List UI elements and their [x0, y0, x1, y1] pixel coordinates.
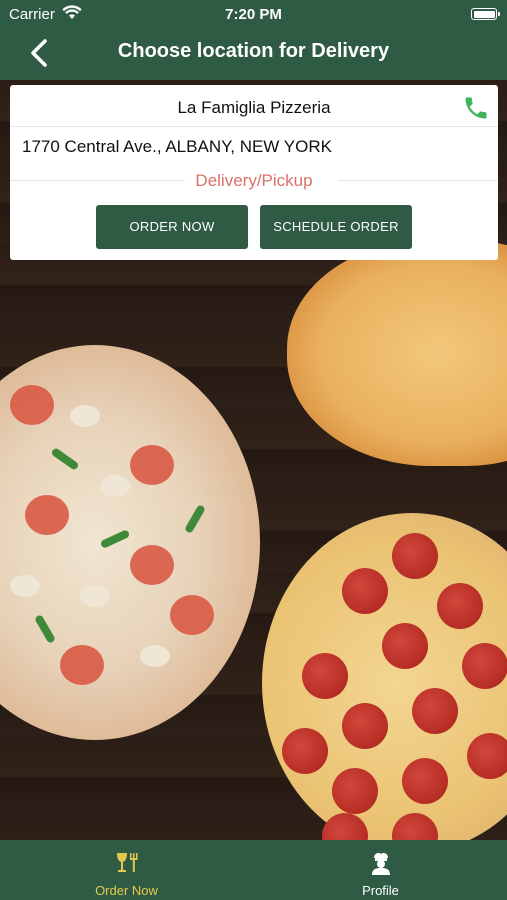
top-bar: Carrier 7:20 PM Choose location for Deli…	[0, 0, 507, 80]
order-now-button[interactable]: ORDER NOW	[96, 205, 248, 249]
tab-bar: Order Now Profile	[0, 840, 507, 900]
restaurant-name: La Famiglia Pizzeria	[177, 98, 331, 117]
tab-order-now[interactable]: Order Now	[0, 840, 253, 900]
page-title: Choose location for Delivery	[117, 40, 390, 62]
tab-profile-label: Profile	[362, 883, 399, 898]
clock: 7:20 PM	[225, 6, 282, 23]
tab-profile[interactable]: Profile	[254, 840, 507, 900]
phone-icon[interactable]	[462, 94, 490, 122]
battery-icon	[471, 8, 500, 20]
navigation-bar: Choose location for Delivery	[0, 28, 507, 80]
pepperoni-pizza-image	[262, 513, 507, 840]
restaurant-address: 1770 Central Ave., ALBANY, NEW YORK	[22, 137, 332, 156]
utensils-icon	[116, 853, 137, 872]
status-bar: Carrier 7:20 PM	[0, 0, 507, 28]
service-mode-label: Delivery/Pickup	[195, 171, 313, 190]
cheese-pizza-image	[287, 240, 507, 466]
veggie-pizza-image	[0, 345, 260, 740]
schedule-order-button[interactable]: SCHEDULE ORDER	[260, 205, 412, 249]
tab-order-now-label: Order Now	[95, 883, 158, 898]
location-card: La Famiglia Pizzeria 1770 Central Ave., …	[10, 85, 498, 260]
divider	[10, 126, 498, 127]
chef-profile-icon	[371, 853, 390, 875]
